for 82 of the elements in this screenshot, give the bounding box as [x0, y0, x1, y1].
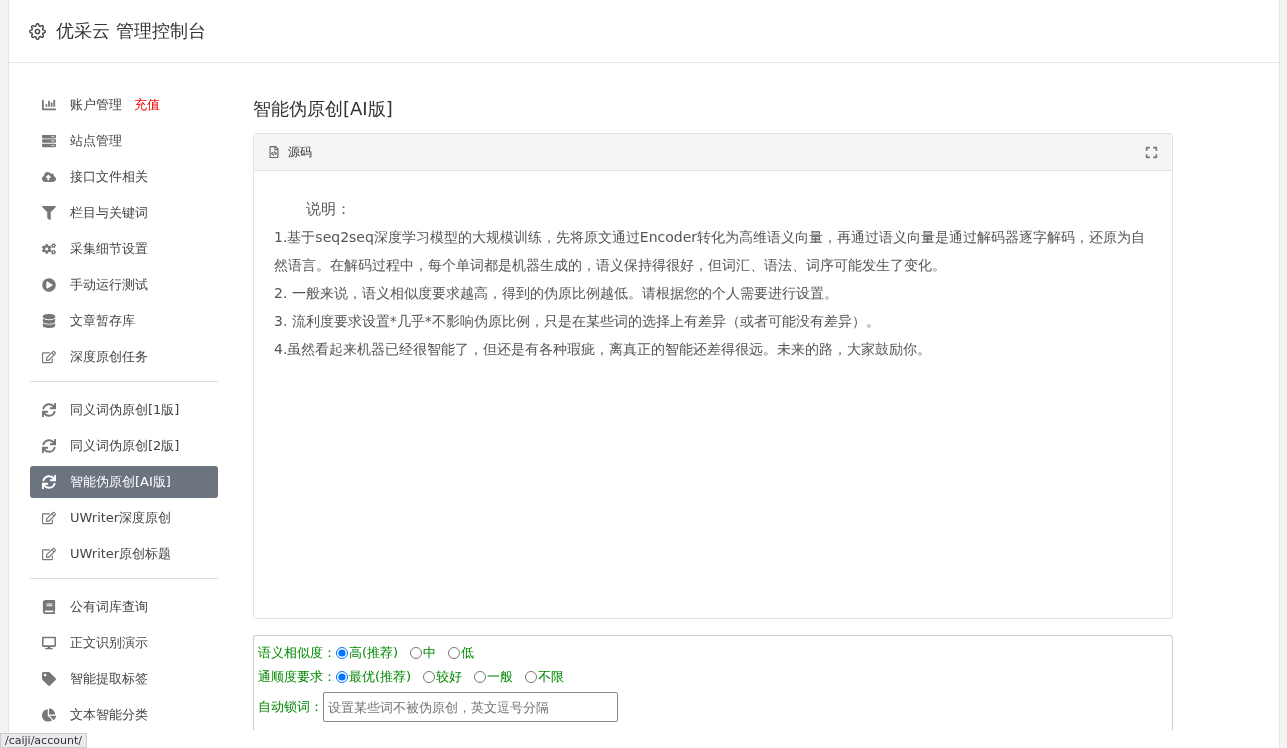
file-code-icon — [268, 146, 280, 158]
sidebar-item[interactable]: 同义词伪原创[2版] — [30, 430, 218, 462]
radio-button[interactable] — [525, 671, 538, 683]
sidebar-item[interactable]: 采集细节设置 — [30, 233, 218, 265]
sidebar-label: 智能伪原创[AI版] — [70, 473, 171, 491]
refresh-icon — [40, 475, 58, 489]
app-title: 优采云 管理控制台 — [56, 19, 206, 43]
gears-icon — [40, 242, 58, 256]
radio-button[interactable] — [336, 671, 348, 683]
status-url: /caiji/account/ — [0, 733, 87, 748]
sidebar-label: 账户管理 — [70, 96, 122, 114]
sidebar-label: 站点管理 — [70, 132, 122, 150]
sidebar-label: 文章暂存库 — [70, 312, 135, 330]
sidebar-item[interactable]: 接口文件相关 — [30, 161, 218, 193]
sidebar-item[interactable]: 智能伪原创[AI版] — [30, 466, 218, 498]
monitor-icon — [40, 636, 58, 650]
page-title: 智能伪原创[AI版] — [253, 97, 394, 121]
filter-icon — [40, 206, 58, 220]
radio-label: 最优(推荐) — [349, 668, 412, 686]
refresh-icon — [40, 439, 58, 453]
sidebar-label: 智能提取标签 — [70, 670, 148, 688]
radio-label: 中 — [423, 644, 437, 662]
settings-icon — [29, 22, 46, 40]
radio-button[interactable] — [410, 647, 423, 659]
server-icon — [40, 134, 58, 148]
sidebar-label: 正文识别演示 — [70, 634, 148, 652]
option-label: 自动锁词： — [258, 698, 323, 716]
radio-button[interactable] — [336, 647, 348, 659]
tag-icon — [40, 672, 58, 686]
sidebar-item[interactable]: 账户管理 充值 — [30, 89, 218, 121]
radio-label: 较好 — [436, 668, 463, 686]
pie-chart-icon — [40, 708, 58, 722]
sidebar-label: 公有词库查询 — [70, 598, 148, 616]
panel-title: 源码 — [288, 143, 312, 161]
sidebar-item[interactable]: 手动运行测试 — [30, 269, 218, 301]
sidebar-item[interactable]: 站点管理 — [30, 125, 218, 157]
sidebar-label: 文本智能分类 — [70, 706, 148, 724]
sidebar-item[interactable]: 文本智能分类 — [30, 699, 218, 731]
sidebar-item[interactable]: UWriter原创标题 — [30, 538, 218, 570]
sidebar-item[interactable]: 深度原创任务 — [30, 341, 218, 373]
sidebar-label: 栏目与关键词 — [70, 204, 148, 222]
sidebar-label: UWriter原创标题 — [70, 545, 172, 563]
option-label: 语义相似度： — [258, 644, 336, 662]
sidebar-item[interactable]: 文章暂存库 — [30, 305, 218, 337]
cloud-upload-icon — [40, 170, 58, 184]
expand-icon[interactable] — [1145, 145, 1158, 159]
sidebar-label: 采集细节设置 — [70, 240, 148, 258]
refresh-icon — [40, 403, 58, 417]
play-icon — [40, 278, 58, 292]
recharge-link[interactable]: 充值 — [134, 96, 160, 114]
edit-icon — [40, 350, 58, 364]
sidebar-item[interactable]: 栏目与关键词 — [30, 197, 218, 229]
edit-icon — [40, 547, 58, 561]
notes-paragraph: 3. 流利度要求设置*几乎*不影响伪原比例，只是在某些词的选择上有差异（或者可能没有差异）。 — [274, 312, 881, 331]
radio-label: 高(推荐) — [349, 644, 399, 662]
lock-words-field[interactable]: 设置某些词不被伪原创，英文逗号分隔 — [323, 692, 618, 722]
radio-label: 一般 — [487, 668, 514, 686]
option-label: 通顺度要求： — [258, 668, 336, 686]
sidebar-item[interactable]: 智能提取标签 — [30, 663, 218, 695]
radio-label: 低 — [461, 644, 475, 662]
sidebar-label: 同义词伪原创[1版] — [70, 401, 180, 419]
radio-label: 不限 — [538, 668, 565, 686]
database-icon — [40, 314, 58, 328]
sidebar-item[interactable]: 同义词伪原创[1版] — [30, 394, 218, 426]
sidebar-label: 手动运行测试 — [70, 276, 148, 294]
sidebar-label: 同义词伪原创[2版] — [70, 437, 180, 455]
sidebar-label: 深度原创任务 — [70, 348, 148, 366]
sidebar-item[interactable]: 正文识别演示 — [30, 627, 218, 659]
sidebar-item[interactable]: UWriter深度原创 — [30, 502, 218, 534]
sidebar-item[interactable]: 公有词库查询 — [30, 591, 218, 623]
radio-button[interactable] — [448, 647, 461, 659]
book-icon — [40, 600, 58, 614]
radio-button[interactable] — [423, 671, 436, 683]
bar-chart-icon — [40, 98, 58, 112]
notes-paragraph: 1.基于seq2seq深度学习模型的大规模训练，先将原文通过Encoder转化为高维语义向量，再通过语义向量是通过解码器逐字解码，还原为自然语言。在解码过程中，每个单词都是机器生成的，语义保持得很好，但词汇、语法、词序可能发生了变化。 — [274, 228, 1147, 275]
sidebar-label: UWriter深度原创 — [70, 509, 172, 527]
notes-heading: 说明： — [305, 199, 352, 220]
radio-button[interactable] — [474, 671, 487, 683]
edit-icon — [40, 511, 58, 525]
sidebar-label: 接口文件相关 — [70, 168, 148, 186]
notes-paragraph: 4.虽然看起来机器已经很智能了，但还是有各种瑕疵，离真正的智能还差得很远。未来的路，大家鼓励你。 — [274, 340, 933, 359]
notes-paragraph: 2. 一般来说，语义相似度要求越高，得到的伪原比例越低。请根据您的个人需要进行设置。 — [274, 284, 839, 303]
